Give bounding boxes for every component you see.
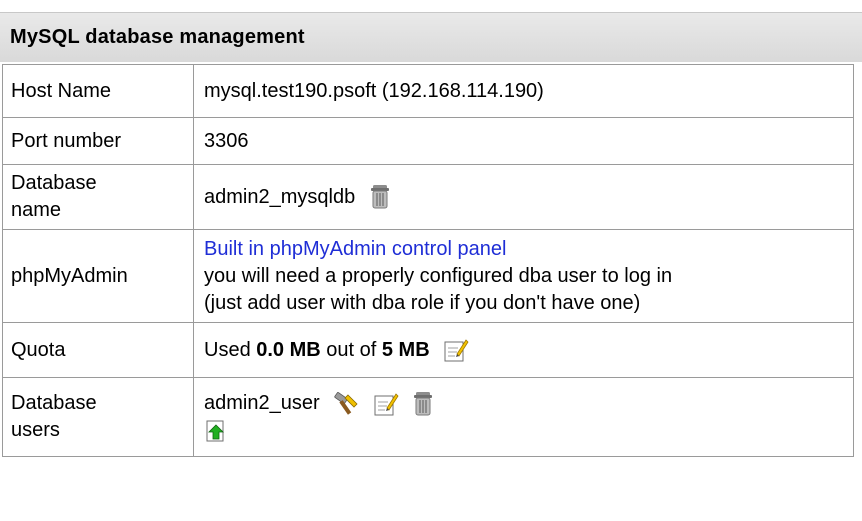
panel-header: MySQL database management <box>0 12 862 62</box>
phpmyadmin-link[interactable]: Built in phpMyAdmin control panel <box>204 238 506 260</box>
port-number-label: Port number <box>2 117 194 165</box>
phpmyadmin-label: phpMyAdmin <box>2 229 194 323</box>
host-name-value: mysql.test190.psoft (192.168.114.190) <box>193 64 854 118</box>
quota-cell: Used 0.0 MB out of 5 MB <box>193 322 854 378</box>
phpmyadmin-note-line1: you will need a properly configured dba … <box>204 264 673 287</box>
database-name-cell: admin2_mysqldb <box>193 164 854 230</box>
database-name-label-line2: name <box>11 199 62 221</box>
quota-used: 0.0 MB <box>256 338 321 361</box>
database-users-cell: admin2_user <box>193 377 854 457</box>
tools-icon[interactable] <box>333 391 359 416</box>
row-database-name: Database name admin2_mysqldb <box>2 164 854 230</box>
row-port-number: Port number 3306 <box>2 117 854 165</box>
quota-prefix: Used <box>204 338 257 361</box>
quota-label: Quota <box>2 322 194 378</box>
mysql-info-table: Host Name mysql.test190.psoft (192.168.1… <box>2 64 854 457</box>
phpmyadmin-cell: Built in phpMyAdmin control panel you wi… <box>193 229 854 323</box>
row-database-users: Database users admin2_user <box>2 377 854 457</box>
trash-icon[interactable] <box>369 184 391 210</box>
database-users-label-line2: users <box>11 419 60 441</box>
panel-title: MySQL database management <box>10 26 305 48</box>
database-users-label: Database users <box>2 377 194 457</box>
row-host-name: Host Name mysql.test190.psoft (192.168.1… <box>2 64 854 118</box>
database-user-name: admin2_user <box>204 392 320 414</box>
database-name-label-line1: Database <box>11 172 97 194</box>
mysql-panel: MySQL database management Host Name mysq… <box>0 12 862 457</box>
port-number-value: 3306 <box>193 117 854 165</box>
database-name-label: Database name <box>2 164 194 230</box>
database-name-value: admin2_mysqldb <box>204 185 356 208</box>
edit-icon[interactable] <box>443 337 469 363</box>
row-phpmyadmin: phpMyAdmin Built in phpMyAdmin control p… <box>2 229 854 323</box>
quota-total: 5 MB <box>381 338 430 361</box>
host-name-label: Host Name <box>2 64 194 118</box>
add-icon[interactable] <box>204 419 228 443</box>
phpmyadmin-note-line2: (just add user with dba role if you don'… <box>204 291 641 314</box>
quota-middle: out of <box>320 338 382 361</box>
row-quota: Quota Used 0.0 MB out of 5 MB <box>2 322 854 378</box>
edit-user-icon[interactable] <box>373 391 399 417</box>
database-users-label-line1: Database <box>11 392 97 414</box>
delete-user-icon[interactable] <box>412 391 434 417</box>
